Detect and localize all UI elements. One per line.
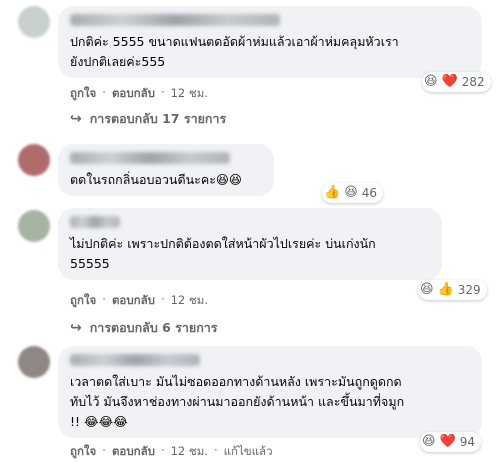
- like-reaction-icon: 👍: [437, 282, 454, 297]
- avatar[interactable]: [18, 210, 50, 242]
- avatar[interactable]: [18, 346, 50, 378]
- reaction-summary[interactable]: 😆 👍 329: [418, 280, 487, 300]
- separator-dot: ·: [160, 85, 165, 99]
- comment-bubble: ตดในรถกลิ่นอบอวนดีนะคะ😆😆: [58, 144, 274, 196]
- replies-count-label: การตอบกลับ 6 รายการ: [89, 320, 218, 335]
- view-replies-link[interactable]: ↪ การตอบกลับ 6 รายการ: [70, 318, 218, 338]
- reaction-summary[interactable]: 😆 ❤️ 282: [422, 72, 491, 92]
- avatar[interactable]: [18, 6, 50, 38]
- comment-1: ปกติค่ะ 5555 ขนาดแฟนตดอัดผ้าห่มแล้วเอาผ้…: [0, 0, 500, 150]
- reaction-count: 46: [361, 186, 378, 200]
- comment-actions: ถูกใจ · ตอบกลับ · 12 ชม.: [70, 85, 208, 103]
- reply-link[interactable]: ตอบกลับ: [112, 85, 155, 103]
- comment-bubble: เวลาตดใส่เบาะ มันไม่ซอดออกทางด้านหลัง เพ…: [58, 346, 482, 438]
- author-name-blurred[interactable]: [70, 216, 120, 228]
- separator-dot: ·: [160, 443, 165, 457]
- comment-bubble: ปกติค่ะ 5555 ขนาดแฟนตดอัดผ้าห่มแล้วเอาผ้…: [58, 6, 482, 78]
- love-reaction-icon: ❤️: [439, 434, 456, 449]
- timestamp[interactable]: 12 ชม.: [171, 292, 208, 310]
- haha-reaction-icon: 😆: [420, 282, 434, 297]
- comment-text: เวลาตดใส่เบาะ มันไม่ซอดออกทางด้านหลัง เพ…: [70, 374, 405, 429]
- comment-text: ตดในรถกลิ่นอบอวนดีนะคะ😆😆: [70, 172, 242, 187]
- reaction-summary[interactable]: 👍 😆 46: [322, 183, 384, 203]
- separator-dot: ·: [160, 292, 165, 306]
- separator-dot: ·: [102, 443, 106, 457]
- comment-text: ปกติค่ะ 5555 ขนาดแฟนตดอัดผ้าห่มแล้วเอาผ้…: [70, 34, 399, 69]
- timestamp[interactable]: 12 ชม.: [171, 85, 208, 103]
- comment-text: ไม่ปกติค่ะ เพราะปกติต้องตดใส่หน้าผัวไปเร…: [70, 236, 376, 271]
- author-name-blurred[interactable]: [70, 354, 200, 366]
- comment-bubble: ไม่ปกติค่ะ เพราะปกติต้องตดใส่หน้าผัวไปเร…: [58, 208, 442, 280]
- reaction-count: 94: [459, 435, 476, 449]
- reaction-count: 329: [457, 283, 481, 297]
- separator-dot: ·: [102, 292, 106, 306]
- like-link[interactable]: ถูกใจ: [70, 292, 96, 310]
- reaction-summary[interactable]: 😆 ❤️ 94: [420, 432, 482, 452]
- reply-arrow-icon: ↪: [70, 111, 82, 127]
- author-name-blurred[interactable]: [70, 152, 230, 164]
- reply-link[interactable]: ตอบกลับ: [112, 292, 155, 310]
- timestamp[interactable]: 12 ชม.: [171, 443, 208, 461]
- like-link[interactable]: ถูกใจ: [70, 443, 96, 461]
- like-reaction-icon: 👍: [324, 185, 341, 200]
- haha-reaction-icon: 😆: [424, 74, 438, 89]
- avatar[interactable]: [18, 144, 50, 176]
- haha-reaction-icon: 😆: [422, 434, 436, 449]
- haha-reaction-icon: 😆: [344, 185, 358, 200]
- comment-actions: ถูกใจ · ตอบกลับ · 12 ชม. · แก้ไขแล้ว: [70, 443, 273, 461]
- comment-4: เวลาตดใส่เบาะ มันไม่ซอดออกทางด้านหลัง เพ…: [0, 340, 500, 463]
- separator-dot: ·: [213, 443, 218, 457]
- edited-label[interactable]: แก้ไขแล้ว: [224, 443, 273, 461]
- author-name-blurred[interactable]: [70, 14, 280, 26]
- reaction-count: 282: [461, 75, 485, 89]
- separator-dot: ·: [102, 85, 106, 99]
- comment-2: ตดในรถกลิ่นอบอวนดีนะคะ😆😆 👍 😆 46: [0, 138, 500, 208]
- love-reaction-icon: ❤️: [441, 74, 458, 89]
- view-replies-link[interactable]: ↪ การตอบกลับ 17 รายการ: [70, 109, 226, 129]
- replies-count-label: การตอบกลับ 17 รายการ: [89, 111, 227, 126]
- reply-link[interactable]: ตอบกลับ: [112, 443, 155, 461]
- reply-arrow-icon: ↪: [70, 320, 82, 336]
- like-link[interactable]: ถูกใจ: [70, 85, 96, 103]
- comment-actions: ถูกใจ · ตอบกลับ · 12 ชม.: [70, 292, 208, 310]
- comment-3: ไม่ปกติค่ะ เพราะปกติต้องตดใส่หน้าผัวไปเร…: [0, 204, 500, 344]
